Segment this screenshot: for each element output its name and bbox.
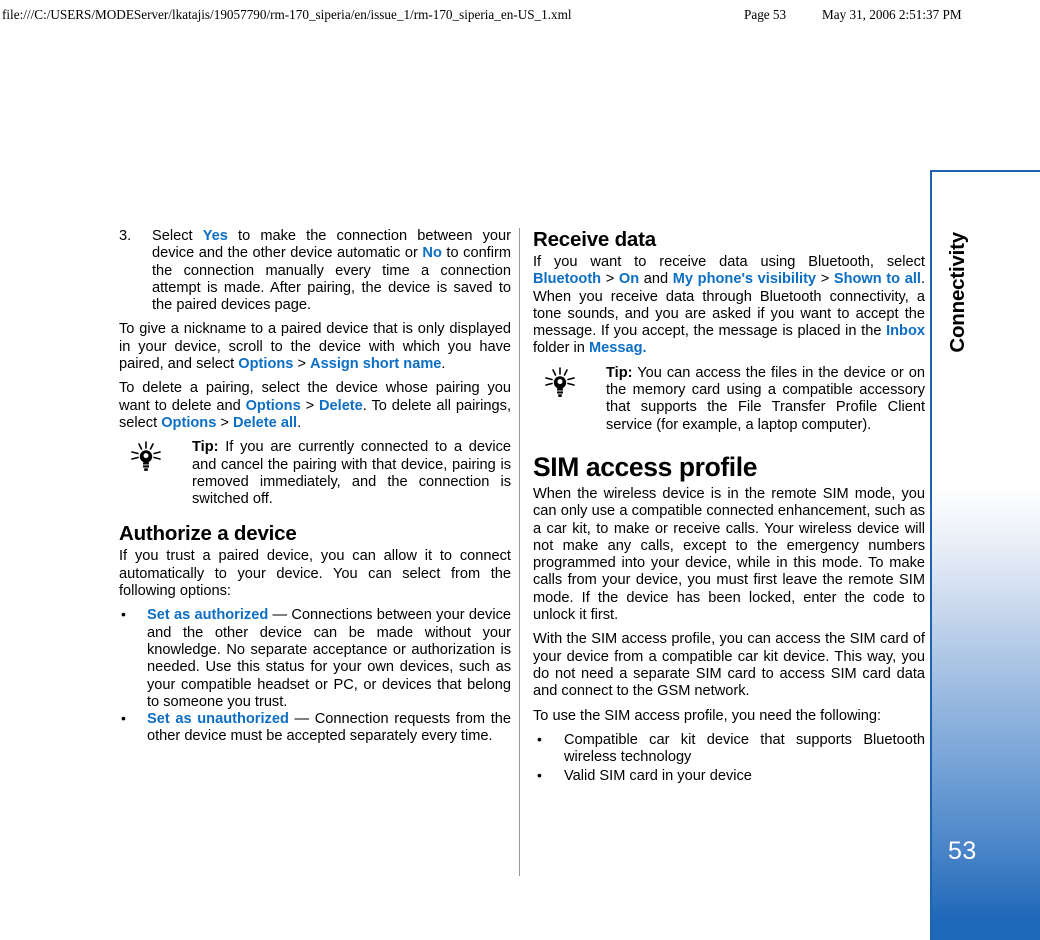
inline-ui-reference: Delete all [232, 414, 298, 431]
authorize-options-list: • Set as authorized — Connections betwee… [119, 606, 511, 746]
tip-label: Tip: [606, 364, 633, 381]
list-item: • Set as unauthorized — Connection reque… [119, 710, 511, 746]
tip-text: You can access the files in the device o… [606, 364, 925, 433]
chapter-label: Connectivity [946, 232, 969, 353]
step-text: Select Yes to make the connection betwee… [152, 228, 511, 313]
paragraph-receive-data: If you want to receive data using Blueto… [533, 254, 925, 358]
paragraph-authorize-intro: If you trust a paired device, you can al… [119, 548, 511, 600]
manual-page: 3. Select Yes to make the connection bet… [0, 0, 1040, 940]
inline-ui-reference: Options [245, 397, 301, 414]
tip-text: If you are currently connected to a devi… [192, 439, 511, 508]
tip-block-file-access: Tip: You can access the files in the dev… [533, 365, 925, 434]
inline-ui-reference: Messag. [588, 340, 647, 357]
lightbulb-tip-icon [126, 440, 166, 476]
inline-ui-reference: Yes [202, 228, 228, 244]
page-number: 53 [948, 837, 977, 865]
paragraph-sim-car-kit: With the SIM access profile, you can acc… [533, 631, 925, 700]
paragraph-sim-requirements-intro: To use the SIM access profile, you need … [533, 707, 882, 724]
inline-text: . [441, 356, 446, 373]
bullet-dot-icon: • [537, 730, 542, 747]
inline-text: folder in [533, 340, 589, 357]
inline-ui-reference: Options [161, 414, 217, 431]
inline-text: > [300, 397, 319, 414]
inline-text: > [216, 414, 233, 431]
inline-ui-reference: No [422, 245, 442, 262]
inline-text: > [601, 271, 619, 288]
inline-ui-reference: On [618, 271, 640, 288]
left-column: 3. Select Yes to make the connection bet… [119, 228, 511, 746]
bullet-dot-icon: • [537, 767, 542, 784]
paragraph-delete-pairing: To delete a pairing, select the device w… [119, 380, 511, 432]
inline-ui-reference: Set as authorized [147, 607, 269, 624]
inline-text: and [639, 271, 673, 288]
tip-block-pairing: Tip: If you are currently connected to a… [119, 439, 511, 508]
inline-text: Select [152, 228, 203, 244]
heading-sim-access-profile: SIM access profile [533, 451, 758, 482]
heading-receive-data: Receive data [533, 228, 656, 251]
inline-ui-reference: Delete [318, 397, 363, 414]
inline-text: > [816, 271, 834, 288]
inline-ui-reference: Set as unauthorized [147, 711, 289, 728]
sim-requirements-list: • Compatible car kit device that support… [533, 730, 925, 786]
inline-text: > [293, 356, 311, 373]
inline-ui-reference: Options [238, 356, 294, 373]
heading-authorize-a-device: Authorize a device [119, 522, 297, 546]
list-item-text: Compatible car kit device that supports … [564, 731, 925, 766]
lightbulb-tip-icon [540, 366, 580, 402]
inline-ui-reference: Bluetooth [533, 271, 602, 288]
list-item: • Compatible car kit device that support… [533, 730, 925, 767]
bullet-dot-icon: • [121, 606, 126, 623]
step-number: 3. [119, 228, 132, 244]
inline-text: If you want to receive data using Blueto… [533, 254, 925, 270]
inline-ui-reference: Shown to all [833, 271, 921, 288]
numbered-step-3: 3. Select Yes to make the connection bet… [119, 228, 511, 314]
paragraph-assign-nickname: To give a nickname to a paired device th… [119, 321, 511, 373]
inline-ui-reference: Inbox [886, 323, 925, 340]
inline-ui-reference: Assign short name [310, 356, 442, 373]
list-item-text: Set as authorized — Connections between … [147, 607, 511, 709]
column-divider [519, 228, 520, 876]
bullet-dot-icon: • [121, 710, 126, 727]
right-column: Receive data If you want to receive data… [533, 228, 925, 788]
inline-text: . [297, 414, 302, 431]
list-item: • Valid SIM card in your device [533, 767, 925, 785]
chapter-side-tab: Connectivity 53 [930, 170, 1040, 940]
list-item-text: Valid SIM card in your device [564, 768, 752, 785]
list-item: • Set as authorized — Connections betwee… [119, 606, 511, 711]
tip-label: Tip: [192, 439, 219, 456]
inline-ui-reference: My phone's visibility [672, 271, 817, 288]
paragraph-sim-remote-mode: When the wireless device is in the remot… [533, 485, 925, 624]
list-item-text: Set as unauthorized — Connection request… [147, 711, 511, 744]
